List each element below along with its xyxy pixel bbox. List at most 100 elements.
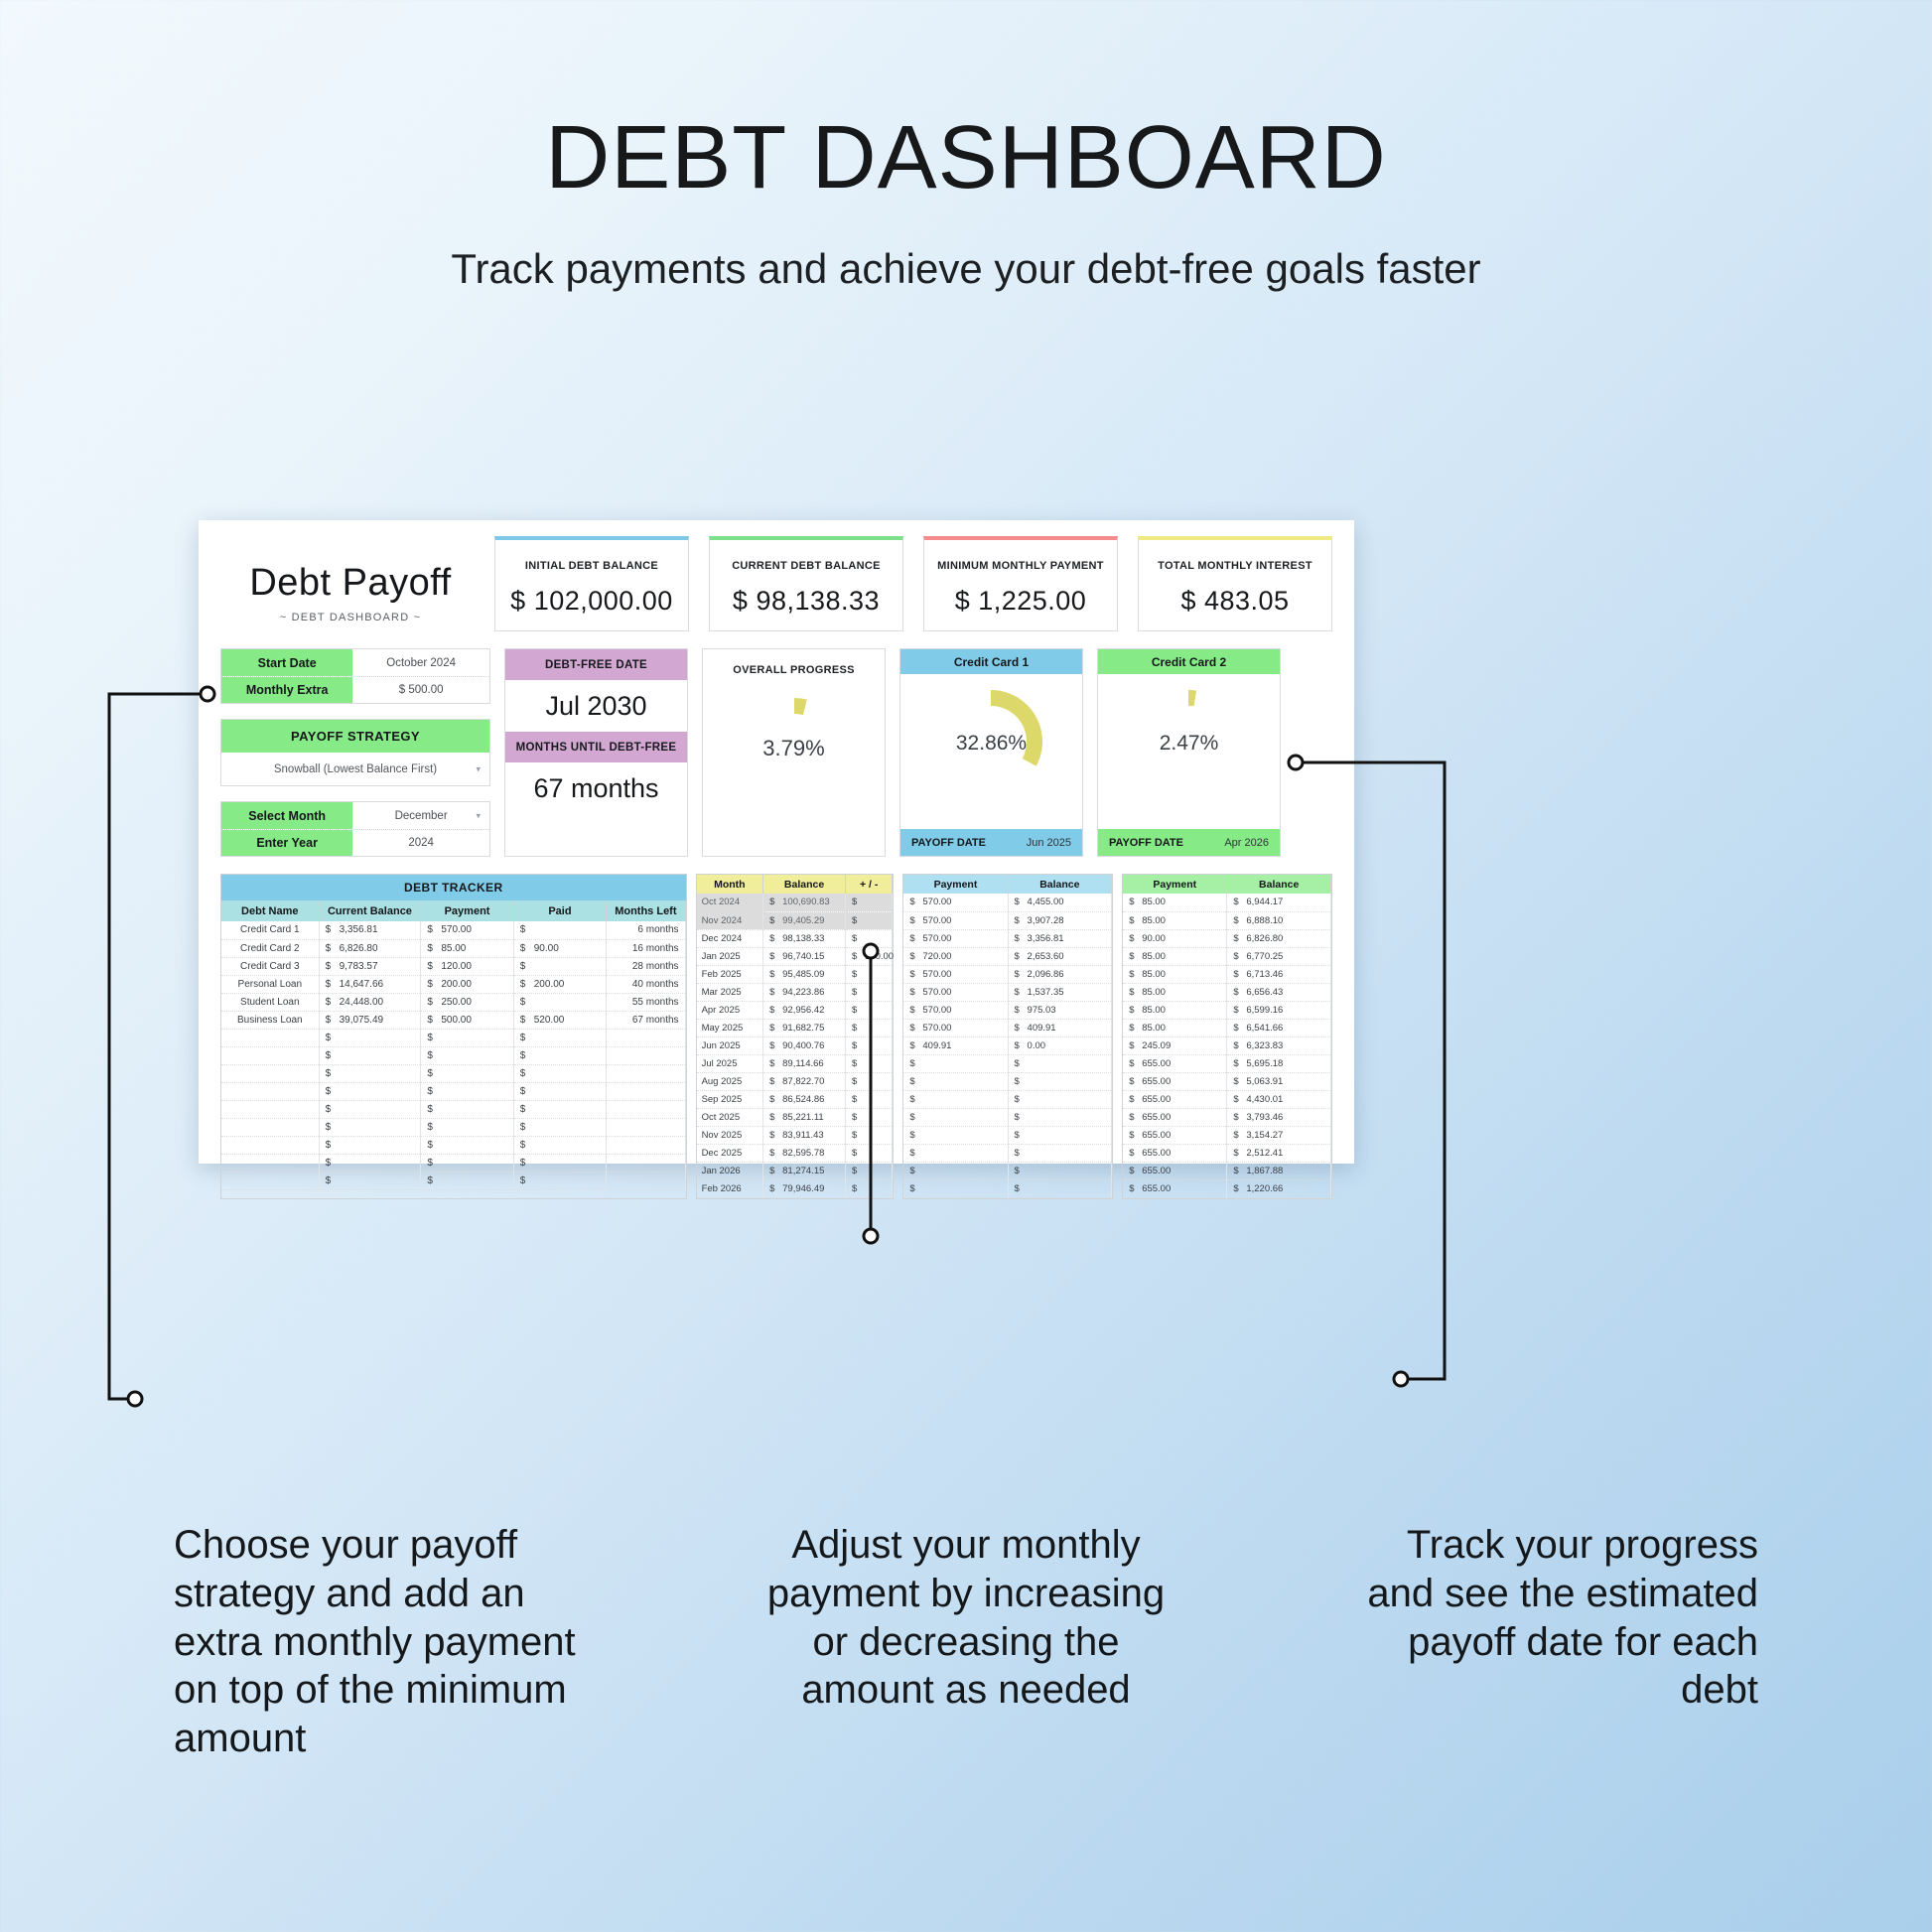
paid-cell[interactable]: $ [513,1100,608,1119]
card2-payment-cell[interactable]: $85.00 [1123,894,1228,912]
adjustment-cell[interactable]: $ [845,1144,894,1163]
paid-cell[interactable]: $ [513,1172,608,1190]
card1-payment-cell[interactable]: $409.91 [903,1036,1009,1055]
debt-name-cell[interactable]: Student Loan [221,993,320,1012]
card1-balance-cell[interactable]: $ [1008,1179,1113,1198]
card1-payment-cell[interactable]: $ [903,1144,1009,1163]
card1-balance-cell[interactable]: $0.00 [1008,1036,1113,1055]
card1-payment-cell[interactable]: $570.00 [903,894,1009,912]
balance-cell[interactable]: $90,400.76 [762,1036,846,1055]
paid-cell[interactable]: $200.00 [513,975,608,994]
card2-balance-cell[interactable]: $6,770.25 [1226,947,1331,966]
current-balance-cell[interactable]: $ [319,1029,422,1047]
payment-cell[interactable]: $200.00 [420,975,514,994]
debt-name-cell[interactable] [221,1172,320,1190]
card1-payment-cell[interactable]: $570.00 [903,983,1009,1002]
card1-balance-cell[interactable]: $ [1008,1090,1113,1109]
card2-payment-cell[interactable]: $655.00 [1123,1162,1228,1180]
card1-payment-cell[interactable]: $570.00 [903,911,1009,930]
debt-name-cell[interactable] [221,1136,320,1155]
card1-payment-cell[interactable]: $ [903,1126,1009,1145]
payment-cell[interactable]: $85.00 [420,939,514,958]
card2-balance-cell[interactable]: $6,656.43 [1226,983,1331,1002]
adjustment-cell[interactable]: $ [845,911,894,930]
debt-name-cell[interactable] [221,1154,320,1173]
paid-cell[interactable]: $ [513,993,608,1012]
payment-cell[interactable]: $ [420,1118,514,1137]
current-balance-cell[interactable]: $39,075.49 [319,1011,422,1030]
current-balance-cell[interactable]: $ [319,1082,422,1101]
card2-balance-cell[interactable]: $2,512.41 [1226,1144,1331,1163]
card2-balance-cell[interactable]: $1,220.66 [1226,1179,1331,1198]
card1-payment-cell[interactable]: $570.00 [903,965,1009,984]
card2-payment-cell[interactable]: $655.00 [1123,1126,1228,1145]
current-balance-cell[interactable]: $ [319,1046,422,1065]
card1-balance-cell[interactable]: $409.91 [1008,1019,1113,1037]
debt-name-cell[interactable] [221,1100,320,1119]
payment-cell[interactable]: $ [420,1082,514,1101]
payment-cell[interactable]: $250.00 [420,993,514,1012]
card2-payment-cell[interactable]: $655.00 [1123,1144,1228,1163]
current-balance-cell[interactable]: $3,356.81 [319,921,422,940]
card1-payment-cell[interactable]: $ [903,1090,1009,1109]
current-balance-cell[interactable]: $ [319,1136,422,1155]
current-balance-cell[interactable]: $ [319,1064,422,1083]
debt-name-cell[interactable]: Credit Card 2 [221,939,320,958]
debt-name-cell[interactable] [221,1118,320,1137]
adjustment-cell[interactable]: $ [845,1001,894,1020]
enter-year-value[interactable]: 2024 [352,830,489,856]
adjustment-cell[interactable]: $ [845,1179,894,1198]
debt-name-cell[interactable] [221,1046,320,1065]
debt-name-cell[interactable]: Credit Card 1 [221,921,320,940]
current-balance-cell[interactable]: $24,448.00 [319,993,422,1012]
card1-balance-cell[interactable]: $ [1008,1054,1113,1073]
payment-cell[interactable]: $ [420,1064,514,1083]
balance-cell[interactable]: $100,690.83 [762,894,846,912]
paid-cell[interactable]: $ [513,1154,608,1173]
card1-balance-cell[interactable]: $975.03 [1008,1001,1113,1020]
adjustment-cell[interactable]: $ [845,965,894,984]
payment-cell[interactable]: $ [420,1046,514,1065]
paid-cell[interactable]: $ [513,921,608,940]
payment-cell[interactable]: $ [420,1029,514,1047]
card1-payment-cell[interactable]: $ [903,1072,1009,1091]
current-balance-cell[interactable]: $ [319,1100,422,1119]
paid-cell[interactable]: $ [513,1029,608,1047]
adjustment-cell[interactable]: $150.00 [845,947,894,966]
debt-name-cell[interactable] [221,1029,320,1047]
payment-cell[interactable]: $ [420,1100,514,1119]
current-balance-cell[interactable]: $6,826.80 [319,939,422,958]
balance-cell[interactable]: $98,138.33 [762,929,846,948]
card1-payment-cell[interactable]: $ [903,1054,1009,1073]
card1-balance-cell[interactable]: $1,537.35 [1008,983,1113,1002]
card2-payment-cell[interactable]: $85.00 [1123,983,1228,1002]
paid-cell[interactable]: $ [513,1064,608,1083]
card1-payment-cell[interactable]: $570.00 [903,1019,1009,1037]
card1-payment-cell[interactable]: $ [903,1162,1009,1180]
balance-cell[interactable]: $82,595.78 [762,1144,846,1163]
paid-cell[interactable]: $ [513,1046,608,1065]
adjustment-cell[interactable]: $ [845,929,894,948]
paid-cell[interactable]: $ [513,1136,608,1155]
payment-cell[interactable]: $ [420,1154,514,1173]
card1-balance-cell[interactable]: $ [1008,1108,1113,1127]
card2-balance-cell[interactable]: $5,063.91 [1226,1072,1331,1091]
card1-balance-cell[interactable]: $4,455.00 [1008,894,1113,912]
card1-payment-cell[interactable]: $570.00 [903,1001,1009,1020]
balance-cell[interactable]: $95,485.09 [762,965,846,984]
card2-balance-cell[interactable]: $6,944.17 [1226,894,1331,912]
card1-payment-cell[interactable]: $ [903,1108,1009,1127]
card2-payment-cell[interactable]: $655.00 [1123,1090,1228,1109]
paid-cell[interactable]: $90.00 [513,939,608,958]
card1-balance-cell[interactable]: $2,653.60 [1008,947,1113,966]
balance-cell[interactable]: $96,740.15 [762,947,846,966]
paid-cell[interactable]: $ [513,1118,608,1137]
card2-payment-cell[interactable]: $245.09 [1123,1036,1228,1055]
card2-payment-cell[interactable]: $655.00 [1123,1054,1228,1073]
card2-balance-cell[interactable]: $6,826.80 [1226,929,1331,948]
adjustment-cell[interactable]: $ [845,1019,894,1037]
card1-payment-cell[interactable]: $ [903,1179,1009,1198]
adjustment-cell[interactable]: $ [845,894,894,912]
payment-cell[interactable]: $ [420,1136,514,1155]
card1-balance-cell[interactable]: $ [1008,1126,1113,1145]
